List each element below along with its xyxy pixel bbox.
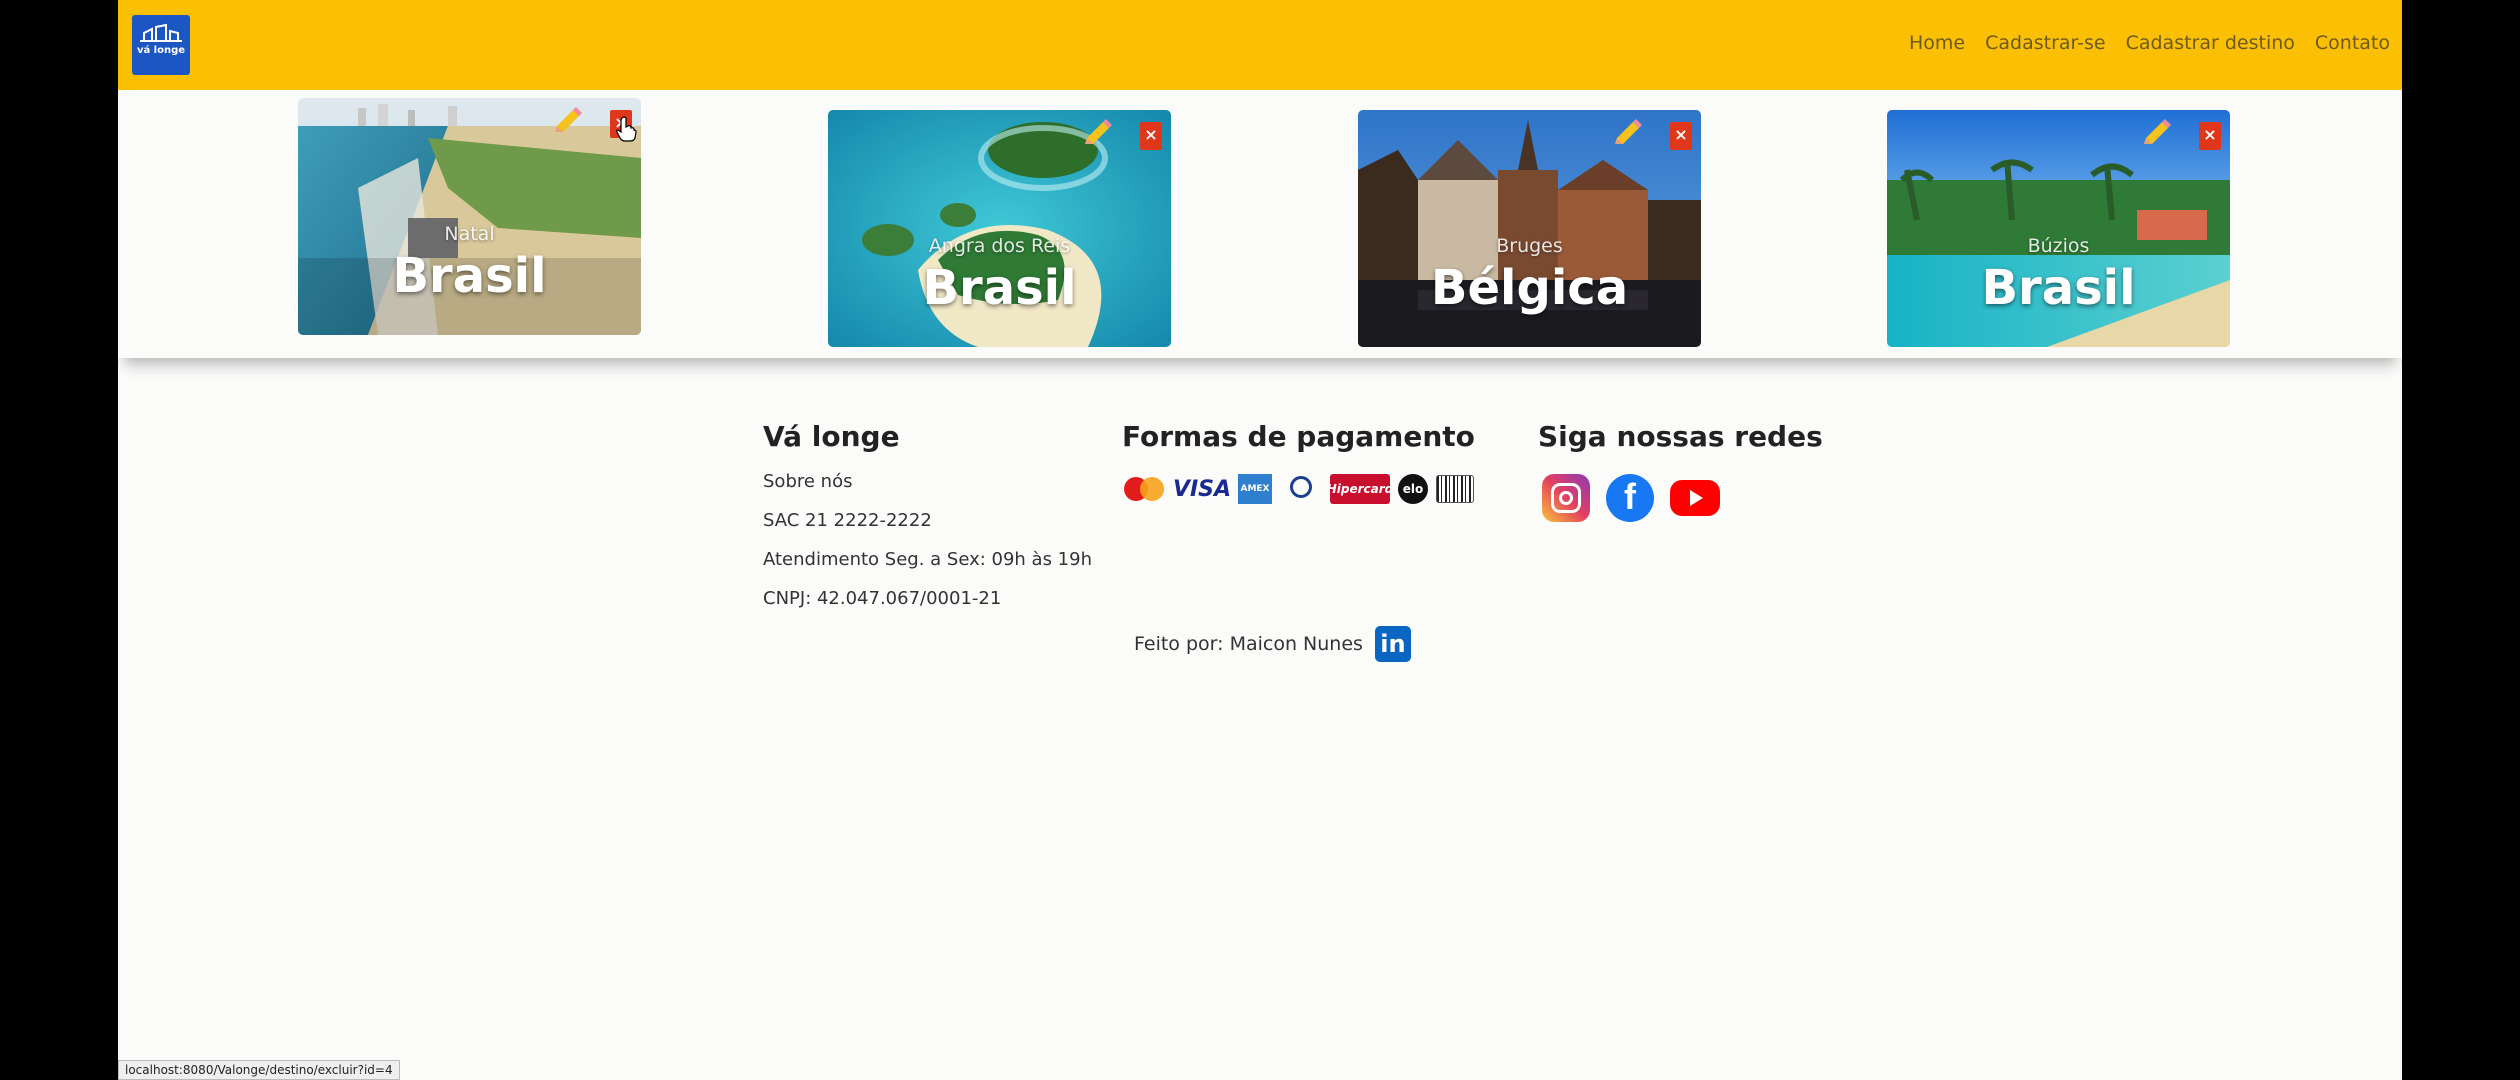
card-country: Brasil: [922, 260, 1077, 316]
footer-sac: SAC 21 2222-2222: [763, 510, 932, 531]
nav-contato[interactable]: Contato: [2315, 32, 2390, 54]
social-links: f: [1542, 474, 1720, 522]
destination-card[interactable]: Angra dos Reis Brasil ×: [828, 110, 1171, 347]
footer-cnpj: CNPJ: 42.047.067/0001-21: [763, 588, 1002, 609]
delete-button[interactable]: ×: [2199, 122, 2221, 150]
browser-status-url: localhost:8080/Valonge/destino/excluir?i…: [118, 1060, 400, 1080]
delete-button[interactable]: ×: [1670, 122, 1692, 150]
edit-pencil-icon[interactable]: [2138, 118, 2172, 152]
delete-button[interactable]: ×: [1140, 122, 1162, 150]
footer-about-title: Vá longe: [763, 420, 900, 453]
footer-hours: Atendimento Seg. a Sex: 09h às 19h: [763, 549, 1092, 570]
card-country: Brasil: [1981, 260, 2136, 316]
logo[interactable]: vá longe: [132, 15, 190, 75]
delete-x-icon: ×: [2203, 125, 2217, 144]
delete-x-icon: ×: [1144, 125, 1158, 144]
nav-cadastrar-destino[interactable]: Cadastrar destino: [2126, 32, 2295, 54]
footer-payment: Formas de pagamento VISA AMEX Hipercard …: [1122, 420, 1475, 504]
footer-social: Siga nossas redes f: [1538, 420, 1823, 522]
destinations-section: Natal Brasil ×: [118, 90, 2402, 358]
navbar: vá longe Home Cadastrar-se Cadastrar des…: [118, 0, 2402, 90]
footer-payment-title: Formas de pagamento: [1122, 420, 1475, 453]
card-city: Natal: [444, 223, 495, 245]
card-city: Angra dos Reis: [928, 235, 1071, 257]
youtube-icon[interactable]: [1670, 480, 1720, 516]
footer-about: Vá longe Sobre nós SAC 21 2222-2222 Aten…: [763, 420, 1092, 609]
edit-pencil-icon[interactable]: [549, 106, 583, 140]
edit-pencil-icon[interactable]: [1609, 118, 1643, 152]
footer-link-sobre-nos[interactable]: Sobre nós: [763, 471, 1092, 492]
hipercard-icon: Hipercard: [1327, 474, 1393, 504]
visa-icon: VISA: [1172, 476, 1232, 502]
destination-card[interactable]: Bruges Bélgica ×: [1358, 110, 1701, 347]
delete-x-icon: ×: [1674, 125, 1688, 144]
payment-methods: VISA AMEX Hipercard elo: [1122, 474, 1474, 504]
logo-text: vá longe: [136, 45, 186, 56]
facebook-icon[interactable]: f: [1606, 474, 1654, 522]
mastercard-icon: [1122, 474, 1166, 504]
elo-icon: elo: [1398, 474, 1428, 504]
made-by: Feito por: Maicon Nunes in: [1134, 626, 1411, 662]
boleto-icon: [1436, 475, 1474, 503]
card-country: Bélgica: [1430, 260, 1629, 316]
destination-card[interactable]: Búzios Brasil ×: [1887, 110, 2230, 347]
destination-card[interactable]: Natal Brasil ×: [298, 98, 641, 335]
nav-cadastrar-se[interactable]: Cadastrar-se: [1985, 32, 2105, 54]
nav-home[interactable]: Home: [1909, 32, 1965, 54]
hand-cursor-icon: [616, 116, 637, 142]
page: vá longe Home Cadastrar-se Cadastrar des…: [118, 0, 2402, 1080]
made-by-text: Feito por: Maicon Nunes: [1134, 633, 1363, 655]
footer-social-title: Siga nossas redes: [1538, 420, 1823, 453]
diners-club-icon: [1280, 474, 1322, 504]
linkedin-icon[interactable]: in: [1374, 626, 1411, 662]
card-city: Bruges: [1496, 235, 1563, 257]
amex-icon: AMEX: [1238, 474, 1272, 504]
nav-links: Home Cadastrar-se Cadastrar destino Cont…: [1909, 32, 2390, 54]
card-country: Brasil: [392, 248, 547, 304]
edit-pencil-icon[interactable]: [1079, 118, 1113, 152]
card-city: Búzios: [2027, 235, 2090, 257]
instagram-icon[interactable]: [1542, 474, 1590, 522]
